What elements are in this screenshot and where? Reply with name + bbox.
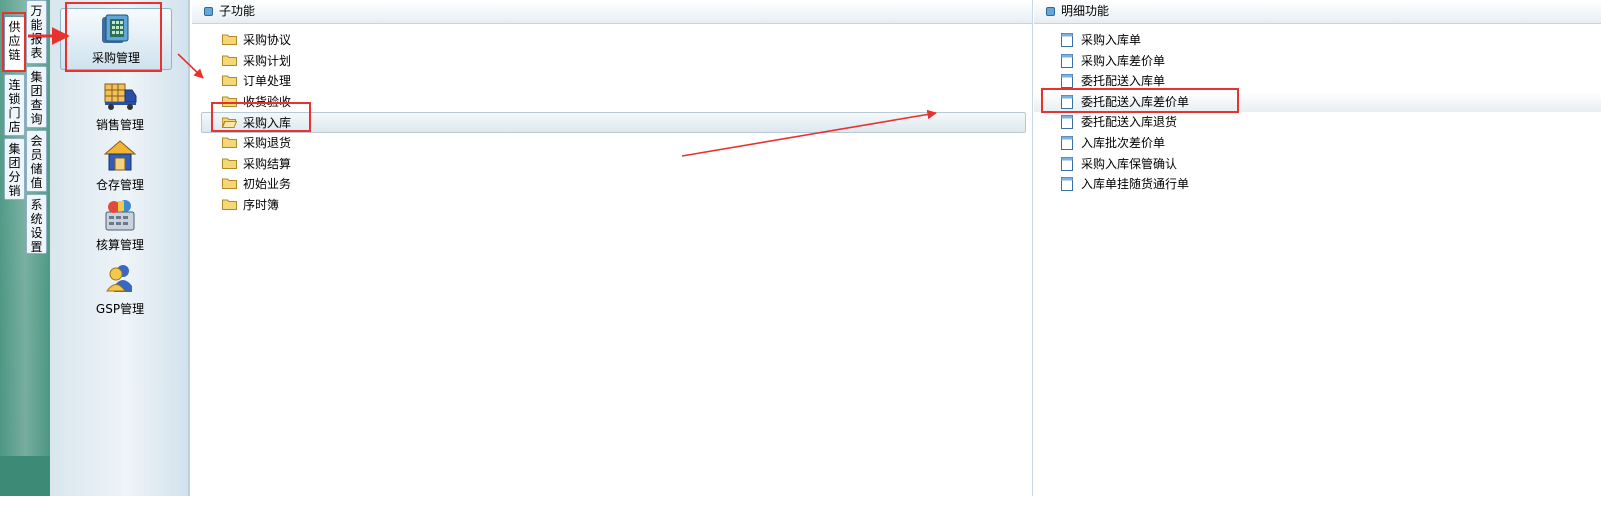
folder-icon [222, 75, 237, 87]
list-item-label: 采购入库保管确认 [1081, 156, 1178, 171]
list-item-label: 初始业务 [243, 177, 292, 192]
sub-function-list: 采购协议 采购计划 订单处理 收货验收 采购入库 采购退货 采购结算 初始业务 … [192, 30, 1032, 215]
module-accounting-label: 核算管理 [95, 238, 144, 252]
folder-icon [222, 178, 237, 190]
module-gsp-label: GSP管理 [95, 302, 145, 316]
tab-system-settings[interactable]: 系统设置 [26, 194, 47, 254]
list-item-label: 采购入库 [243, 116, 292, 131]
list-item-label: 采购结算 [243, 156, 292, 171]
document-icon [1061, 177, 1073, 192]
list-item-label: 序时簿 [243, 197, 280, 212]
document-icon [1061, 135, 1073, 150]
panel-header: 子功能 [192, 0, 1032, 24]
module-purchase[interactable]: 采购管理 [60, 8, 172, 70]
document-icon [1061, 74, 1073, 89]
sub-item-purchase-inbound[interactable]: 采购入库 [201, 112, 1026, 133]
module-stock-label: 仓存管理 [95, 178, 144, 192]
tab-group-query[interactable]: 集团查询 [26, 66, 47, 128]
list-item-label: 采购退货 [243, 135, 292, 150]
module-accounting[interactable]: 核算管理 [60, 198, 180, 258]
list-item-label: 采购计划 [243, 53, 292, 68]
panel-title: 子功能 [219, 4, 256, 18]
document-icon [1061, 33, 1073, 47]
module-gsp[interactable]: GSP管理 [60, 262, 180, 322]
detail-item-7[interactable]: 入库单挂随货通行单 [1034, 174, 1601, 195]
folder-icon [222, 55, 237, 66]
document-icon [1061, 94, 1073, 109]
sub-item-purchase-plan[interactable]: 采购计划 [192, 51, 1032, 72]
detail-item-5[interactable]: 入库批次差价单 [1034, 133, 1601, 154]
module-stock[interactable]: 仓存管理 [60, 138, 180, 198]
calculator-icon [105, 200, 135, 231]
list-item-label: 采购入库差价单 [1081, 53, 1166, 68]
folder-icon [222, 96, 237, 107]
list-item-label: 采购协议 [243, 33, 292, 47]
detail-item-1[interactable]: 采购入库差价单 [1034, 51, 1601, 72]
sub-item-order-processing[interactable]: 订单处理 [192, 71, 1032, 92]
sub-item-receipt-inspection[interactable]: 收货验收 [192, 92, 1032, 113]
list-item-label: 入库单挂随货通行单 [1081, 177, 1190, 192]
list-item-label: 收货验收 [243, 94, 292, 109]
folder-icon [222, 158, 237, 169]
purchase-icon [102, 14, 129, 43]
document-icon [1061, 53, 1073, 68]
module-sales[interactable]: 销售管理 [60, 78, 180, 138]
truck-icon [104, 83, 137, 110]
document-icon [1061, 115, 1073, 130]
document-icon [1061, 156, 1073, 171]
sub-item-journal[interactable]: 序时簿 [192, 195, 1032, 216]
detail-item-0[interactable]: 采购入库单 [1034, 30, 1601, 51]
detail-item-6[interactable]: 采购入库保管确认 [1034, 154, 1601, 175]
square-bullet-icon [1046, 7, 1055, 16]
detail-item-3[interactable]: 委托配送入库差价单 [1034, 91, 1601, 113]
sub-item-purchase-settlement[interactable]: 采购结算 [192, 154, 1032, 175]
vertical-tab-strip: 供应链 连锁门店 集团分销 万能报表 集团查询 会员储值 系统设置 [0, 0, 50, 496]
folder-icon [222, 199, 237, 210]
folder-icon [222, 34, 237, 45]
tab-supply-chain[interactable]: 供应链 [4, 16, 25, 72]
square-bullet-icon [204, 7, 213, 16]
module-sales-label: 销售管理 [95, 118, 144, 132]
list-item-label: 订单处理 [243, 74, 292, 89]
tab-group-distribution[interactable]: 集团分销 [4, 138, 25, 200]
tab-member-value[interactable]: 会员储值 [26, 130, 47, 192]
sub-item-purchase-return[interactable]: 采购退货 [192, 133, 1032, 154]
panel-header: 明细功能 [1034, 0, 1601, 24]
sub-function-panel: 子功能 采购协议 采购计划 订单处理 收货验收 采购入库 采购退货 采购结算 初… [192, 0, 1033, 496]
detail-item-4[interactable]: 委托配送入库退货 [1034, 112, 1601, 133]
module-column: 采购管理 销售管理 仓存管理 核算管理 GSP管理 [50, 0, 190, 496]
folder-icon [222, 137, 237, 148]
people-icon [106, 265, 132, 292]
detail-function-panel: 明细功能 采购入库单 采购入库差价单 委托配送入库单 委托配送入库差价单 委托配… [1034, 0, 1601, 496]
list-item-label: 委托配送入库差价单 [1081, 94, 1190, 109]
list-item-label: 委托配送入库单 [1081, 74, 1166, 89]
tab-reports[interactable]: 万能报表 [26, 0, 47, 64]
list-item-label: 采购入库单 [1081, 33, 1142, 47]
sub-item-initial-business[interactable]: 初始业务 [192, 174, 1032, 195]
module-purchase-label: 采购管理 [91, 51, 140, 65]
list-item-label: 入库批次差价单 [1081, 135, 1166, 150]
detail-item-2[interactable]: 委托配送入库单 [1034, 71, 1601, 92]
warehouse-icon [103, 140, 137, 171]
panel-title: 明细功能 [1061, 4, 1110, 18]
sub-item-purchase-agreement[interactable]: 采购协议 [192, 30, 1032, 51]
list-item-label: 委托配送入库退货 [1081, 115, 1178, 130]
folder-open-icon [222, 117, 237, 129]
detail-function-list: 采购入库单 采购入库差价单 委托配送入库单 委托配送入库差价单 委托配送入库退货… [1034, 30, 1601, 195]
tab-chain-store[interactable]: 连锁门店 [4, 74, 25, 136]
